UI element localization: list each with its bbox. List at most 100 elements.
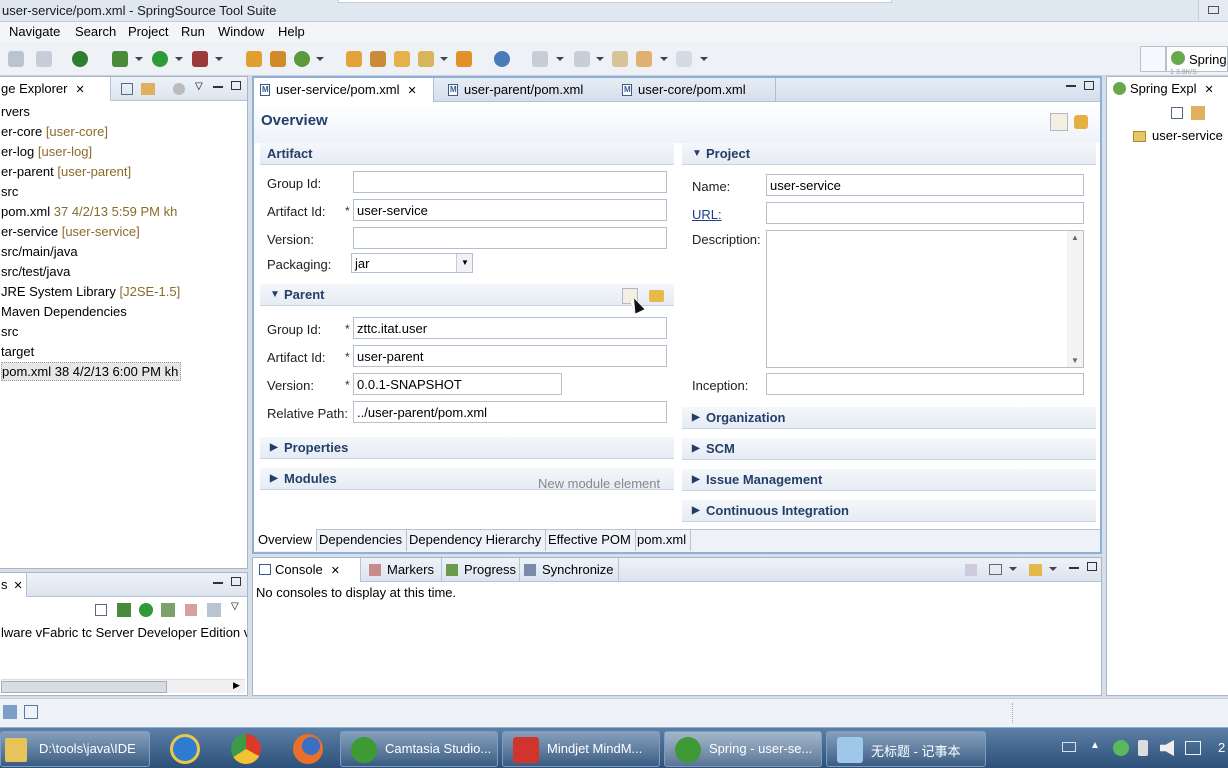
open-task-icon[interactable] (370, 51, 386, 67)
tree-item[interactable]: er-service [user-service] (1, 224, 140, 239)
parent-pom-icon[interactable] (1050, 113, 1068, 131)
save-all-icon[interactable] (36, 51, 52, 67)
globe-icon[interactable] (494, 51, 510, 67)
scroll-down-icon[interactable]: ▼ (1071, 356, 1079, 365)
internet-explorer-icon[interactable] (170, 734, 200, 764)
project-section-header[interactable]: ▼ Project (682, 143, 1096, 165)
open-console-dropdown-icon[interactable] (1049, 567, 1057, 571)
display-dropdown-icon[interactable] (1009, 567, 1017, 571)
next-annotation-dropdown-icon[interactable] (556, 57, 564, 61)
search-dropdown-icon[interactable] (440, 57, 448, 61)
tree-item[interactable]: pom.xml 37 4/2/13 5:59 PM kh (1, 204, 177, 219)
project-url-field[interactable] (766, 202, 1084, 224)
tree-item[interactable]: src/test/java (1, 264, 70, 279)
inception-field[interactable] (766, 373, 1084, 395)
new-class-dropdown-icon[interactable] (316, 57, 324, 61)
close-icon[interactable]: ✕ (75, 84, 84, 96)
next-annotation-icon[interactable] (532, 51, 548, 67)
maximize-icon[interactable] (231, 81, 241, 90)
tree-item[interactable]: src (1, 184, 18, 199)
tree-item[interactable]: Maven Dependencies (1, 304, 127, 319)
tree-item[interactable]: rvers (1, 104, 30, 119)
keyboard-icon[interactable] (1062, 742, 1076, 752)
firefox-icon[interactable] (293, 734, 323, 764)
volume-icon[interactable] (1160, 740, 1174, 756)
external-dropdown-icon[interactable] (215, 57, 223, 61)
parent-artifact-id-field[interactable]: user-parent (353, 345, 667, 367)
run-icon[interactable] (152, 51, 168, 67)
clock[interactable]: 2 (1218, 740, 1225, 755)
tree-item[interactable]: er-parent [user-parent] (1, 164, 131, 179)
collapse-icon[interactable] (95, 604, 107, 616)
menu-help[interactable]: Help (278, 24, 305, 39)
properties-section-header[interactable]: ▶ Properties (260, 437, 674, 459)
tab-package-explorer[interactable]: ge Explorer ✕ (0, 77, 111, 101)
taskbar-camtasia[interactable]: Camtasia Studio... (340, 731, 498, 767)
tab-synchronize[interactable]: Synchronize (519, 558, 619, 582)
open-console-icon[interactable] (1029, 564, 1042, 576)
chrome-icon[interactable] (231, 734, 261, 764)
spring-icon[interactable] (72, 51, 88, 67)
view-menu-icon[interactable]: ▽ (195, 81, 203, 92)
maximize-icon[interactable] (231, 577, 241, 586)
external-tools-icon[interactable] (192, 51, 208, 67)
filter-icon[interactable] (173, 83, 185, 95)
open-type-icon[interactable] (346, 51, 362, 67)
stop-server-icon[interactable] (185, 604, 197, 616)
tab-console[interactable]: Console ✕ (253, 558, 361, 582)
menu-run[interactable]: Run (181, 24, 205, 39)
new-class-icon[interactable] (294, 51, 310, 67)
close-icon[interactable]: ✕ (14, 580, 23, 592)
tab-spring-explorer[interactable]: Spring Expl ✕ (1107, 77, 1228, 101)
project-tree[interactable]: rvers er-core [user-core] er-log [user-l… (1, 103, 247, 563)
tree-item[interactable]: er-log [user-log] (1, 144, 92, 159)
scm-section-header[interactable]: ▶ SCM (682, 438, 1096, 460)
display-console-icon[interactable] (989, 564, 1002, 575)
new-module-link[interactable]: New module element (538, 476, 660, 491)
back-icon[interactable] (636, 51, 652, 67)
open-perspective-icon[interactable] (1140, 46, 1166, 72)
tree-item[interactable]: src (1, 324, 18, 339)
forward-icon[interactable] (676, 51, 692, 67)
debug-icon[interactable] (112, 51, 128, 67)
description-textarea[interactable]: ▲ ▼ (766, 230, 1084, 368)
publish-icon[interactable] (207, 603, 221, 617)
tree-item-selected[interactable]: pom.xml 38 4/2/13 6:00 PM kh (1, 362, 182, 381)
taskbar-mindjet[interactable]: Mindjet MindM... (502, 731, 660, 767)
profile-server-icon[interactable] (161, 603, 175, 617)
collapse-all-icon[interactable] (1171, 107, 1183, 119)
open-view-icon[interactable] (24, 705, 38, 719)
spring-project-item[interactable]: user-service (1152, 128, 1223, 143)
fast-view-icon[interactable] (3, 705, 17, 719)
prev-annotation-icon[interactable] (574, 51, 590, 67)
minimize-icon[interactable] (213, 582, 223, 584)
tab-pom-xml[interactable]: pom.xml (633, 529, 692, 551)
search-icon[interactable] (418, 51, 434, 67)
scrollbar-thumb[interactable] (1, 681, 167, 693)
tab-servers[interactable]: s ✕ (0, 573, 27, 597)
scroll-right-icon[interactable]: ▶ (233, 680, 240, 691)
tab-progress[interactable]: Progress (441, 558, 517, 582)
pin-console-icon[interactable] (965, 564, 977, 576)
tab-dependency-hierarchy[interactable]: Dependency Hierarchy (405, 529, 547, 551)
artifact-version-field[interactable] (353, 227, 667, 249)
run-dropdown-icon[interactable] (175, 57, 183, 61)
tab-dependencies[interactable]: Dependencies (315, 529, 408, 551)
taskbar-notepad[interactable]: 无标题 - 记事本 (826, 731, 986, 767)
organization-section-header[interactable]: ▶ Organization (682, 407, 1096, 429)
tray-app-icon[interactable] (1113, 740, 1129, 756)
view-menu-icon[interactable]: ▽ (231, 601, 239, 612)
tab-markers[interactable]: Markers (365, 558, 439, 582)
tree-item[interactable]: er-core [user-core] (1, 124, 108, 139)
close-icon[interactable]: ✕ (1204, 84, 1213, 96)
menu-project[interactable]: Project (128, 24, 168, 39)
scroll-up-icon[interactable]: ▲ (1071, 233, 1079, 242)
parent-group-id-field[interactable]: zttc.itat.user (353, 317, 667, 339)
menu-navigate[interactable]: Navigate (9, 24, 60, 39)
new-java-project-icon[interactable] (246, 51, 262, 67)
network-icon[interactable] (1185, 741, 1201, 755)
tab-overview[interactable]: Overview (254, 529, 318, 551)
open-resource-icon[interactable] (456, 51, 472, 67)
issue-management-section-header[interactable]: ▶ Issue Management (682, 469, 1096, 491)
start-server-icon[interactable] (139, 603, 153, 617)
